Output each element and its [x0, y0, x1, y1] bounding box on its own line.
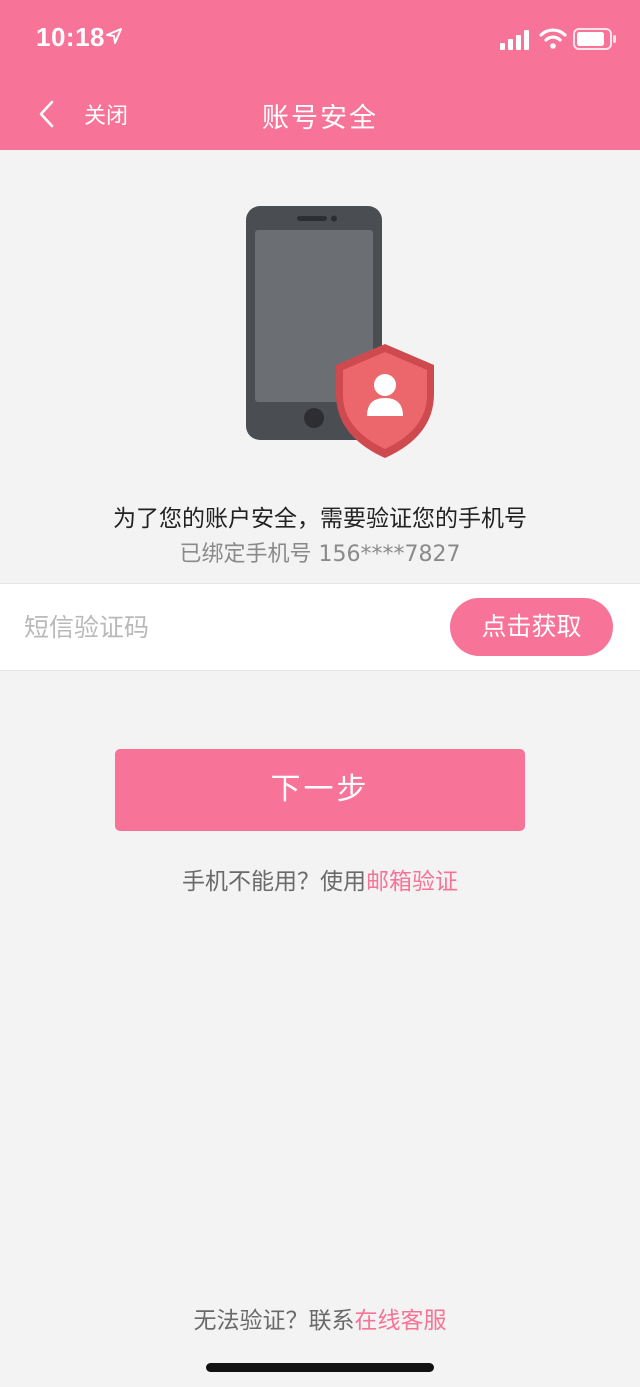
header-bar: 10:18 关闭 账号安全	[0, 0, 640, 150]
support-text: 无法验证？联系	[193, 1308, 355, 1334]
support-line: 无法验证？联系在线客服	[0, 1301, 640, 1335]
signal-icon	[500, 30, 529, 50]
battery-icon	[573, 28, 616, 50]
phone-shield-illustration	[246, 206, 434, 458]
sms-code-input[interactable]	[22, 606, 426, 648]
next-step-button[interactable]: 下一步	[115, 749, 525, 831]
verify-prompt: 为了您的账户安全，需要验证您的手机号	[113, 506, 527, 532]
sms-code-row: 点击获取	[0, 583, 640, 671]
shield-user-icon	[336, 344, 434, 458]
location-arrow-icon	[106, 28, 122, 44]
wifi-icon	[539, 28, 567, 49]
bound-phone-text: 已绑定手机号 156****7827	[179, 542, 461, 567]
page-title: 账号安全	[262, 103, 378, 134]
get-code-button[interactable]: 点击获取	[450, 598, 613, 656]
alternative-text: 手机不能用？使用	[182, 869, 366, 895]
alternative-verification: 手机不能用？使用邮箱验证	[0, 862, 640, 896]
status-time: 10:18	[36, 22, 105, 52]
home-indicator[interactable]	[206, 1363, 434, 1372]
online-support-link[interactable]: 在线客服	[355, 1308, 447, 1334]
email-verify-link[interactable]: 邮箱验证	[366, 869, 458, 895]
